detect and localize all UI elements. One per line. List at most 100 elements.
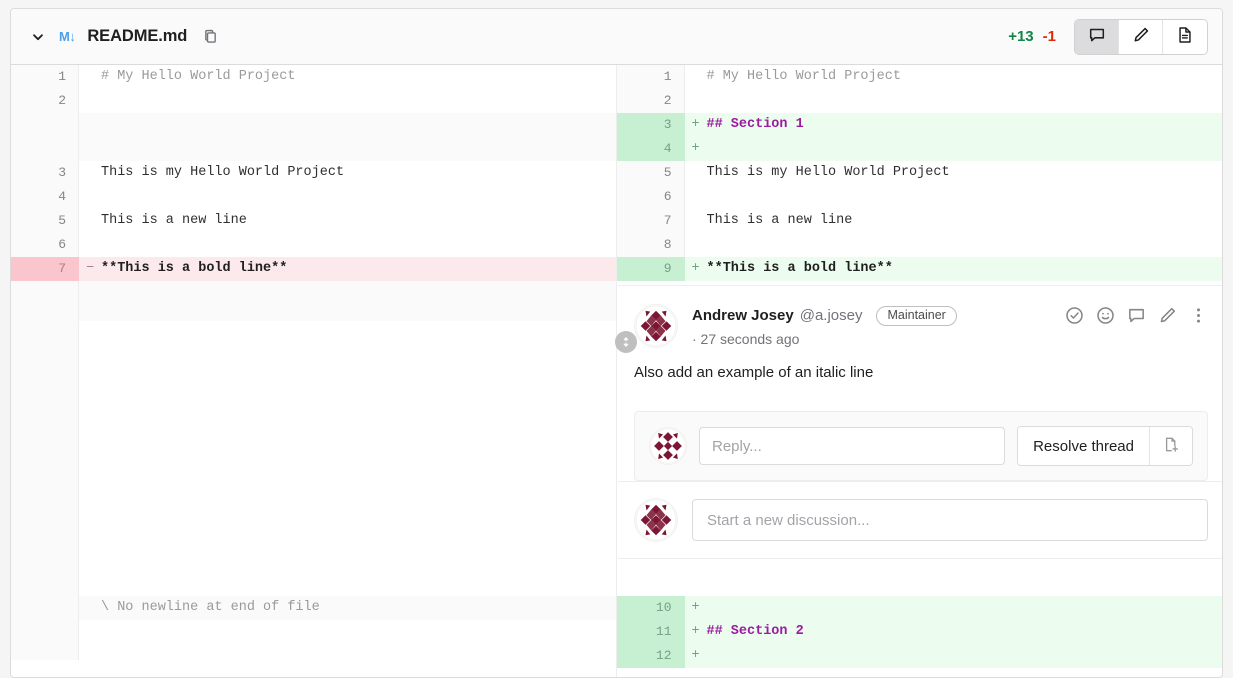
- code-line: **This is a bold line**: [101, 261, 288, 276]
- code-line: ## Section 1: [707, 113, 1223, 137]
- deletions-count: -1: [1042, 28, 1056, 45]
- user-avatar[interactable]: [634, 304, 678, 348]
- code-line: ## Section 2: [707, 620, 1223, 644]
- edit-in-single-file-button[interactable]: [1119, 19, 1163, 54]
- diff-row-old[interactable]: 1 # My Hello World Project: [11, 65, 616, 89]
- line-number[interactable]: 8: [616, 233, 685, 257]
- view-file-button[interactable]: [1163, 19, 1207, 54]
- diff-row-new[interactable]: 11 + ## Section 2: [616, 620, 1223, 644]
- diff-sign: −: [85, 261, 95, 276]
- markdown-heading-token: ## Section 1: [706, 117, 804, 132]
- new-discussion-input[interactable]: [692, 499, 1208, 541]
- additions-count: +13: [1008, 28, 1034, 45]
- line-number[interactable]: 6: [616, 185, 685, 209]
- line-number[interactable]: 2: [11, 89, 79, 113]
- note-author-name[interactable]: Andrew Josey: [692, 307, 794, 324]
- line-number[interactable]: 6: [11, 233, 79, 257]
- diff-row-new[interactable]: 12 +: [616, 644, 1222, 668]
- pencil-icon[interactable]: [1158, 306, 1177, 325]
- diff-row-new[interactable]: 1 # My Hello World Project: [616, 65, 1222, 89]
- line-number[interactable]: 5: [11, 209, 79, 233]
- line-number[interactable]: [11, 113, 79, 137]
- note-author-line: Andrew Josey @a.josey Maintainer: [692, 306, 1208, 326]
- diff-row-old[interactable]: 4: [11, 185, 616, 209]
- new-issue-icon: [1163, 436, 1180, 456]
- note-body: Also add an example of an italic line: [634, 364, 874, 381]
- line-number[interactable]: 1: [11, 65, 79, 89]
- diff-discussion-filler: [11, 321, 616, 596]
- role-badge: Maintainer: [876, 306, 957, 326]
- line-number[interactable]: 3: [616, 113, 685, 137]
- diff-row-old[interactable]: [11, 137, 616, 161]
- note-timestamp[interactable]: · 27 seconds ago: [692, 331, 1208, 347]
- code-line: \ No newline at end of file: [101, 600, 320, 615]
- diff-pane-old: 1 # My Hello World Project 2 3 This is my He…: [11, 65, 617, 677]
- code-line: This is a new line: [101, 213, 247, 228]
- markdown-heading-token: ## Section 2: [706, 624, 804, 639]
- diff-row-new[interactable]: 9 + **This is a bold line**: [616, 257, 1222, 281]
- note-header: Andrew Josey @a.josey Maintainer · 27 se…: [634, 304, 1208, 348]
- diff-body: 1 # My Hello World Project 2 3 This is my He…: [11, 65, 1223, 677]
- toggle-comments-button[interactable]: [1075, 19, 1119, 54]
- diff-row-old[interactable]: 3 This is my Hello World Project: [11, 161, 616, 185]
- diff-tail-filler: [11, 620, 616, 660]
- comment-icon: [1088, 26, 1106, 47]
- reply-row: Resolve thread: [634, 411, 1208, 481]
- reply-input[interactable]: [699, 427, 1006, 465]
- diff-row-old[interactable]: 2: [11, 89, 616, 113]
- file-icon: [1176, 26, 1194, 47]
- smiley-icon[interactable]: [1096, 306, 1115, 325]
- vertical-ellipsis-icon[interactable]: [1189, 306, 1208, 325]
- note-author-handle[interactable]: @a.josey: [800, 307, 863, 324]
- new-discussion-row: [618, 481, 1222, 558]
- diff-row-new[interactable]: 8: [616, 233, 1222, 257]
- diff-row-new[interactable]: 5 This is my Hello World Project: [616, 161, 1222, 185]
- current-user-avatar: [649, 427, 687, 465]
- line-number[interactable]: 12: [616, 644, 685, 668]
- chevron-down-icon[interactable]: [29, 28, 47, 46]
- diff-row-new[interactable]: 6: [616, 185, 1222, 209]
- line-number[interactable]: 3: [11, 161, 79, 185]
- page-root: M↓ README.md +13 -1 1 # My Hello World P…: [0, 0, 1233, 678]
- copy-path-icon[interactable]: [201, 28, 219, 46]
- diff-row-new[interactable]: 3 + ## Section 1: [616, 113, 1223, 137]
- line-number[interactable]: 4: [616, 137, 685, 161]
- line-number[interactable]: 10: [616, 596, 685, 620]
- diff-row-old[interactable]: 5 This is a new line: [11, 209, 616, 233]
- vertical-resize-handle-icon[interactable]: [615, 331, 637, 353]
- line-number[interactable]: [11, 137, 79, 161]
- resolve-thread-button[interactable]: Resolve thread: [1018, 427, 1150, 465]
- line-number[interactable]: 4: [11, 185, 79, 209]
- line-number[interactable]: 9: [616, 257, 685, 281]
- note: Andrew Josey @a.josey Maintainer · 27 se…: [618, 286, 1222, 395]
- diff-sign: +: [691, 261, 700, 276]
- code-line: # My Hello World Project: [706, 69, 901, 84]
- check-circle-icon[interactable]: [1065, 306, 1084, 325]
- diff-row-old[interactable]: [11, 113, 616, 137]
- line-number[interactable]: 1: [616, 65, 685, 89]
- line-number[interactable]: 5: [616, 161, 685, 185]
- discussion-panel: Andrew Josey @a.josey Maintainer · 27 se…: [618, 285, 1222, 559]
- line-number[interactable]: 11: [616, 620, 685, 644]
- pencil-icon: [1132, 26, 1150, 47]
- diff-row-old[interactable]: 6: [11, 233, 616, 257]
- line-number[interactable]: 7: [11, 257, 79, 281]
- line-number[interactable]: [11, 596, 79, 620]
- diff-file-card: M↓ README.md +13 -1 1 # My Hello World P…: [10, 8, 1223, 678]
- diff-row-new[interactable]: 4 +: [616, 137, 1222, 161]
- diff-row-new[interactable]: 2: [616, 89, 1222, 113]
- file-actions-group: [1074, 18, 1208, 55]
- line-number[interactable]: 2: [616, 89, 685, 113]
- diff-row-old[interactable]: 7− **This is a bold line**: [11, 257, 616, 281]
- diff-sign: +: [691, 624, 700, 639]
- diff-sign: +: [691, 600, 700, 615]
- diff-row-new[interactable]: 10 +: [616, 596, 1222, 620]
- markdown-icon: M↓: [59, 29, 76, 44]
- file-name: README.md: [87, 27, 188, 45]
- comment-icon[interactable]: [1127, 306, 1146, 325]
- new-issue-button[interactable]: [1150, 427, 1192, 465]
- diff-sign: +: [691, 117, 700, 132]
- diff-row-old[interactable]: \ No newline at end of file: [11, 596, 616, 620]
- line-number[interactable]: 7: [616, 209, 685, 233]
- diff-row-new[interactable]: 7 This is a new line: [616, 209, 1222, 233]
